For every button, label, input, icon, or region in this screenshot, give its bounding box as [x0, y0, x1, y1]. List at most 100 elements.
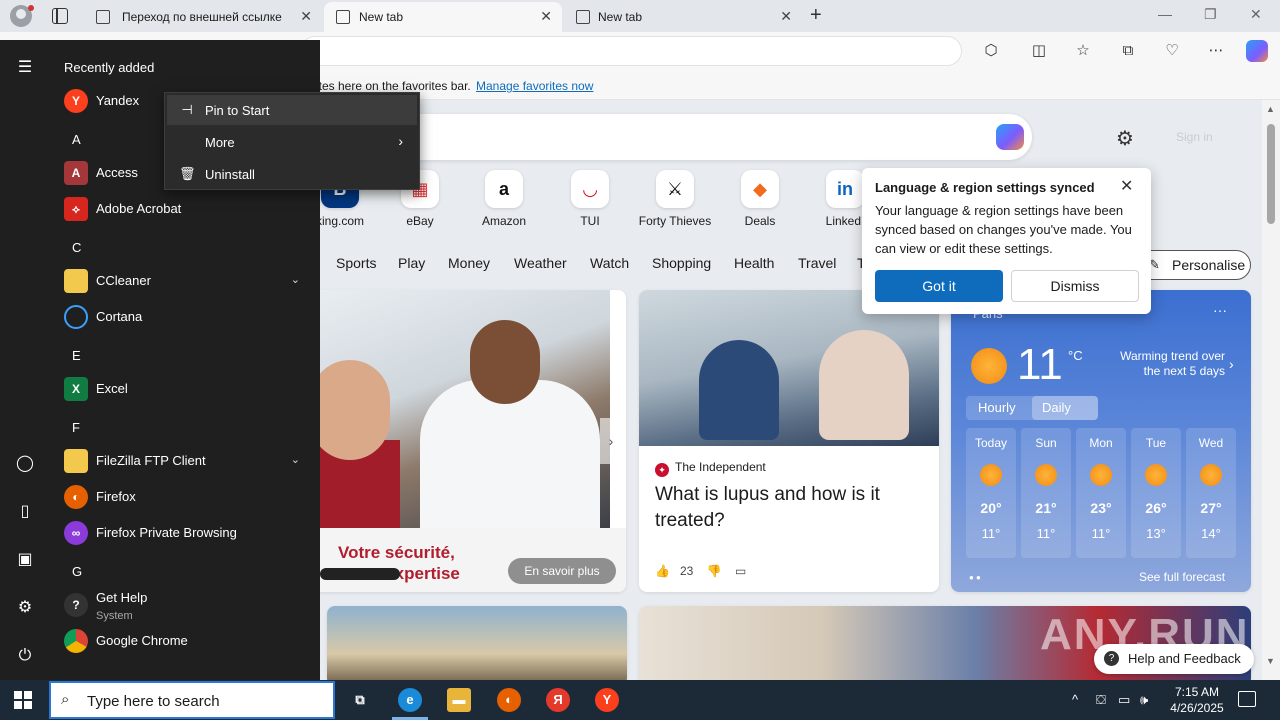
yandex-icon[interactable]: Y — [595, 688, 619, 712]
favorites-icon[interactable]: ☆ — [1074, 42, 1092, 60]
personalise-button[interactable]: ✎ Personalise — [1136, 250, 1251, 280]
task-view-icon[interactable]: ⧉ — [348, 688, 372, 712]
tab-new-tab[interactable]: New tab ✕ — [564, 2, 802, 32]
sign-in-link[interactable]: Sign in — [1176, 130, 1213, 144]
tab-external-link[interactable]: Переход по внешней ссылке ✕ — [84, 2, 322, 32]
letter-header-c[interactable]: C — [72, 240, 81, 255]
split-screen-icon[interactable]: ◫ — [1030, 42, 1048, 60]
category-travel[interactable]: Travel — [798, 255, 836, 271]
taskbar-clock[interactable]: 7:15 AM 4/26/2025 — [1162, 684, 1232, 716]
documents-icon[interactable]: ▯ — [15, 502, 35, 522]
volume-icon[interactable]: 🕪 — [1140, 692, 1148, 708]
folder-filezilla[interactable]: FileZilla FTP Client ⌄ — [50, 444, 320, 480]
toggle-daily[interactable]: Daily — [1042, 400, 1071, 415]
comment-icon[interactable]: ▭ — [735, 564, 746, 578]
category-shopping[interactable]: Shopping — [652, 255, 711, 271]
app-firefox-private[interactable]: ∞ Firefox Private Browsing — [50, 516, 320, 552]
settings-icon[interactable]: ⚙ — [15, 598, 35, 618]
weather-pager-dots[interactable]: ● ● — [969, 573, 981, 582]
notifications-icon[interactable] — [1238, 691, 1256, 707]
tab-close-icon[interactable]: ✕ — [780, 8, 792, 25]
tab-actions-icon[interactable] — [52, 8, 68, 24]
file-explorer-icon[interactable]: ▬ — [447, 688, 471, 712]
more-icon[interactable]: ··· — [1213, 302, 1227, 318]
got-it-button[interactable]: Got it — [875, 270, 1003, 302]
folder-ccleaner[interactable]: CCleaner ⌄ — [50, 264, 320, 300]
quicklink-amazon[interactable]: a Amazon — [464, 170, 544, 228]
more-icon[interactable]: ⋯ — [1207, 42, 1225, 60]
scroll-down-icon[interactable]: ▼ — [1266, 656, 1275, 666]
tab-close-icon[interactable]: ✕ — [300, 8, 312, 25]
quicklink-forty-thieves[interactable]: ⚔ Forty Thieves — [635, 170, 715, 228]
collections-icon[interactable]: ⧉ — [1119, 42, 1137, 60]
category-play[interactable]: Play — [398, 255, 425, 271]
carousel-next-button[interactable]: › — [600, 418, 622, 464]
letter-header-f[interactable]: F — [72, 420, 80, 435]
context-more[interactable]: More › — [167, 127, 417, 157]
category-watch[interactable]: Watch — [590, 255, 629, 271]
device-icon[interactable]: ⛋ — [1096, 692, 1106, 708]
copilot-icon[interactable] — [1246, 40, 1268, 62]
scroll-thumb[interactable] — [1267, 124, 1275, 224]
app-excel[interactable]: X Excel — [50, 372, 320, 408]
letter-header-g[interactable]: G — [72, 564, 82, 579]
carousel-dots[interactable] — [320, 568, 400, 580]
page-settings-gear-icon[interactable]: ⚙ — [1116, 126, 1134, 151]
edge-icon[interactable]: e — [398, 688, 422, 712]
tab-new-tab-active[interactable]: New tab ✕ — [324, 2, 562, 32]
news-card-castle[interactable] — [327, 606, 627, 680]
like-icon[interactable]: 👍 — [655, 564, 670, 578]
app-cortana[interactable]: Cortana — [50, 300, 320, 336]
app-adobe-acrobat[interactable]: ⟡ Adobe Acrobat — [50, 192, 320, 228]
news-headline[interactable]: What is lupus and how is it treated? — [655, 482, 925, 534]
show-hidden-icons-icon[interactable]: ^ — [1072, 692, 1078, 707]
extensions-icon[interactable]: ⬡ — [982, 42, 1000, 60]
close-window-button[interactable]: ✕ — [1250, 6, 1262, 23]
forecast-day[interactable]: Mon 23° 11° — [1076, 428, 1126, 558]
close-icon[interactable]: ✕ — [1120, 176, 1133, 196]
browser-essentials-icon[interactable]: ♡ — [1163, 42, 1181, 60]
app-firefox[interactable]: ◐ Firefox — [50, 480, 320, 516]
minimize-button[interactable]: — — [1158, 6, 1172, 22]
forecast-day[interactable]: Tue 26° 13° — [1131, 428, 1181, 558]
page-scrollbar[interactable]: ▲ ▼ — [1262, 100, 1280, 680]
restore-button[interactable]: ❐ — [1204, 6, 1217, 23]
letter-header-e[interactable]: E — [72, 348, 81, 363]
chevron-down-icon[interactable]: ⌄ — [291, 273, 300, 286]
dismiss-button[interactable]: Dismiss — [1011, 270, 1139, 302]
category-money[interactable]: Money — [448, 255, 490, 271]
hamburger-menu-icon[interactable]: ☰ — [15, 58, 35, 78]
news-source[interactable]: ✦ The Independent — [655, 460, 766, 477]
context-pin-to-start[interactable]: ⊣ Pin to Start — [167, 95, 417, 125]
forecast-day[interactable]: Sun 21° 11° — [1021, 428, 1071, 558]
chevron-down-icon[interactable]: ⌄ — [291, 453, 300, 466]
taskbar-search[interactable]: ⌕ Type here to search — [49, 681, 335, 719]
pictures-icon[interactable]: ▣ — [15, 550, 35, 570]
scroll-up-icon[interactable]: ▲ — [1266, 104, 1275, 114]
forecast-day[interactable]: Today 20° 11° — [966, 428, 1016, 558]
manage-favorites-link[interactable]: Manage favorites now — [476, 79, 593, 93]
ad-cta-button[interactable]: En savoir plus — [508, 558, 616, 584]
app-google-chrome[interactable]: Google Chrome — [50, 624, 320, 660]
category-sports[interactable]: Sports — [336, 255, 376, 271]
network-icon[interactable]: ▭ — [1118, 692, 1130, 708]
quicklink-deals[interactable]: ◆ Deals — [720, 170, 800, 228]
letter-header-a[interactable]: A — [72, 132, 81, 147]
dislike-icon[interactable]: 👎 — [707, 564, 722, 578]
help-feedback-button[interactable]: ? Help and Feedback — [1094, 644, 1254, 674]
app-get-help[interactable]: ? Get Help System — [50, 588, 320, 624]
user-account-icon[interactable]: ◯ — [15, 454, 35, 474]
context-uninstall[interactable]: 🗑 Uninstall — [167, 159, 417, 189]
news-card[interactable]: ✦ The Independent What is lupus and how i… — [639, 290, 939, 592]
quicklink-tui[interactable]: ◡ TUI — [550, 170, 630, 228]
address-bar[interactable] — [300, 36, 962, 66]
start-button[interactable] — [14, 691, 32, 709]
tab-close-icon[interactable]: ✕ — [540, 8, 552, 25]
category-weather[interactable]: Weather — [514, 255, 567, 271]
see-full-forecast-link[interactable]: See full forecast — [1139, 570, 1225, 584]
chevron-right-icon[interactable]: › — [1229, 356, 1234, 372]
firefox-icon[interactable]: ◐ — [497, 688, 521, 712]
new-tab-button[interactable]: + — [810, 4, 822, 27]
toggle-hourly[interactable]: Hourly — [978, 400, 1016, 415]
yandex-browser-icon[interactable]: Я — [546, 688, 570, 712]
